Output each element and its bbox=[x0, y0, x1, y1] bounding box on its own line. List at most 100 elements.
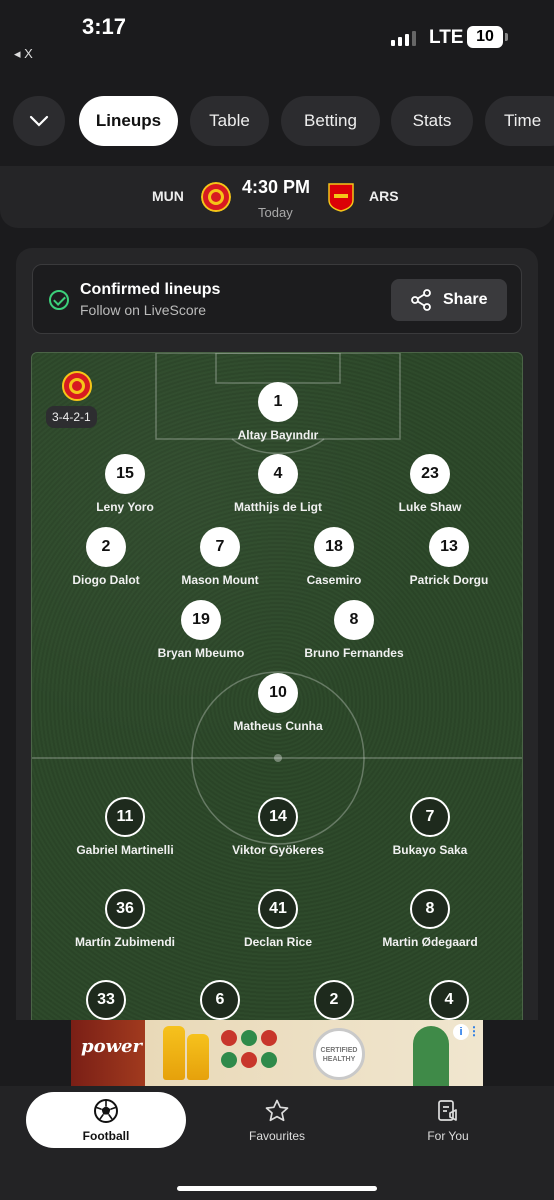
ad-banner[interactable]: power CERTIFIED HEALTHY i ⋮ bbox=[71, 1020, 483, 1086]
ad-badge-icon bbox=[261, 1030, 277, 1046]
formation-badge: 3-4-2-1 bbox=[46, 406, 97, 428]
chevron-down-icon bbox=[29, 115, 49, 127]
ad-person-image bbox=[413, 1026, 449, 1086]
player-card[interactable]: 8 Bruno Fernandes bbox=[284, 600, 424, 660]
player-name: Matthijs de Ligt bbox=[234, 500, 322, 514]
player-name: Bruno Fernandes bbox=[304, 646, 404, 660]
ad-brand-logo: power bbox=[81, 1036, 143, 1057]
ad-badge-icon bbox=[241, 1052, 257, 1068]
player-number: 8 bbox=[334, 600, 374, 640]
player-card[interactable]: 8 Martin Ødegaard bbox=[360, 889, 500, 949]
player-number: 7 bbox=[410, 797, 450, 837]
player-number: 11 bbox=[105, 797, 145, 837]
collapse-button[interactable] bbox=[13, 96, 65, 146]
player-card[interactable]: 4 bbox=[379, 980, 519, 1020]
player-card[interactable]: 15 Leny Yoro bbox=[55, 454, 195, 514]
tab-lineups[interactable]: Lineups bbox=[79, 96, 178, 146]
signal-icon bbox=[391, 30, 416, 46]
network-type: LTE bbox=[429, 27, 464, 48]
player-name: Leny Yoro bbox=[96, 500, 154, 514]
home-indicator[interactable] bbox=[177, 1186, 377, 1191]
player-number: 15 bbox=[105, 454, 145, 494]
tab-table[interactable]: Table bbox=[190, 96, 269, 146]
home-formation-crest-icon bbox=[62, 371, 92, 401]
clock: 3:17 bbox=[82, 14, 127, 39]
player-number: 7 bbox=[200, 527, 240, 567]
player-card[interactable]: 23 Luke Shaw bbox=[360, 454, 500, 514]
for-you-icon bbox=[438, 1099, 457, 1121]
player-number: 23 bbox=[410, 454, 450, 494]
player-card[interactable]: 14 Viktor Gyökeres bbox=[208, 797, 348, 857]
kickoff-time: 4:30 PM bbox=[242, 177, 311, 197]
player-card[interactable]: 19 Bryan Mbeumo bbox=[131, 600, 271, 660]
player-number: 36 bbox=[105, 889, 145, 929]
player-number: 4 bbox=[429, 980, 469, 1020]
tab-timeline[interactable]: Time bbox=[485, 96, 554, 146]
ad-seal-icon: CERTIFIED HEALTHY bbox=[313, 1028, 365, 1080]
pitch: 3-4-2-1 1 Altay Bayındır 15 Leny Yoro 4 … bbox=[31, 352, 523, 1052]
player-number: 13 bbox=[429, 527, 469, 567]
tab-stats[interactable]: Stats bbox=[391, 96, 473, 146]
match-day: Today bbox=[258, 205, 293, 220]
check-circle-icon bbox=[49, 290, 69, 310]
player-number: 4 bbox=[258, 454, 298, 494]
ad-badge-icon bbox=[241, 1030, 257, 1046]
player-card[interactable]: 36 Martín Zubimendi bbox=[55, 889, 195, 949]
star-icon bbox=[265, 1099, 289, 1121]
nav-label: Football bbox=[82, 1128, 130, 1143]
ad-product-image bbox=[187, 1034, 209, 1080]
ad-product-image bbox=[163, 1026, 185, 1080]
player-number: 8 bbox=[410, 889, 450, 929]
ad-menu-icon[interactable]: ⋮ bbox=[468, 1024, 480, 1038]
player-name: Matheus Cunha bbox=[233, 719, 323, 733]
nav-label: For You bbox=[427, 1128, 469, 1143]
nav-label: Favourites bbox=[248, 1128, 306, 1143]
player-number: 6 bbox=[200, 980, 240, 1020]
away-team-code: ARS bbox=[369, 188, 399, 204]
ad-badge-icon bbox=[221, 1030, 237, 1046]
player-name: Bukayo Saka bbox=[392, 843, 468, 857]
player-name: Viktor Gyökeres bbox=[232, 843, 324, 857]
match-header[interactable]: MUN 4:30 PM Today ARS bbox=[0, 166, 554, 228]
player-number: 2 bbox=[86, 527, 126, 567]
ad-badge-icon bbox=[261, 1052, 277, 1068]
player-card[interactable]: 10 Matheus Cunha bbox=[208, 673, 348, 733]
player-number: 19 bbox=[181, 600, 221, 640]
home-team-code: MUN bbox=[152, 188, 184, 204]
player-name: Gabriel Martinelli bbox=[76, 843, 174, 857]
player-number: 1 bbox=[258, 382, 298, 422]
confirmed-lineups-subtitle: Follow on LiveScore bbox=[80, 302, 207, 318]
player-number: 14 bbox=[258, 797, 298, 837]
match-tabs: Lineups Table Betting Stats Time bbox=[0, 92, 554, 154]
ad-container: power CERTIFIED HEALTHY i ⋮ bbox=[0, 1020, 554, 1090]
nav-football[interactable]: Football bbox=[26, 1092, 186, 1148]
player-card[interactable]: 11 Gabriel Martinelli bbox=[55, 797, 195, 857]
player-name: Patrick Dorgu bbox=[409, 573, 489, 587]
player-card[interactable]: 13 Patrick Dorgu bbox=[379, 527, 519, 587]
player-name: Altay Bayındır bbox=[237, 428, 319, 442]
player-card[interactable]: 4 Matthijs de Ligt bbox=[208, 454, 348, 514]
status-bar: 3:17 ◂ X LTE 10 bbox=[0, 0, 554, 70]
nav-favourites[interactable]: Favourites bbox=[197, 1092, 357, 1148]
bottom-nav: Football Favourites For You bbox=[0, 1086, 554, 1200]
player-number: 41 bbox=[258, 889, 298, 929]
tab-betting[interactable]: Betting bbox=[281, 96, 380, 146]
nav-for-you[interactable]: For You bbox=[368, 1092, 528, 1148]
player-card[interactable]: 7 Bukayo Saka bbox=[360, 797, 500, 857]
share-icon bbox=[411, 289, 431, 311]
player-card[interactable]: 41 Declan Rice bbox=[208, 889, 348, 949]
home-crest-icon bbox=[201, 182, 231, 212]
lineups-panel: Confirmed lineups Follow on LiveScore Sh… bbox=[16, 248, 538, 1052]
player-card[interactable]: 1 Altay Bayındır bbox=[208, 382, 348, 442]
share-button[interactable]: Share bbox=[391, 279, 507, 321]
ad-info-icon[interactable]: i bbox=[453, 1024, 469, 1040]
back-to-app-link[interactable]: ◂ X bbox=[14, 46, 33, 62]
player-name: Martin Ødegaard bbox=[382, 935, 478, 949]
away-crest-icon bbox=[328, 183, 354, 212]
player-number: 2 bbox=[314, 980, 354, 1020]
battery-nub bbox=[505, 33, 508, 41]
player-name: Bryan Mbeumo bbox=[157, 646, 245, 660]
confirmed-lineups-banner: Confirmed lineups Follow on LiveScore Sh… bbox=[32, 264, 522, 334]
player-name: Martín Zubimendi bbox=[75, 935, 175, 949]
ad-badge-icon bbox=[221, 1052, 237, 1068]
